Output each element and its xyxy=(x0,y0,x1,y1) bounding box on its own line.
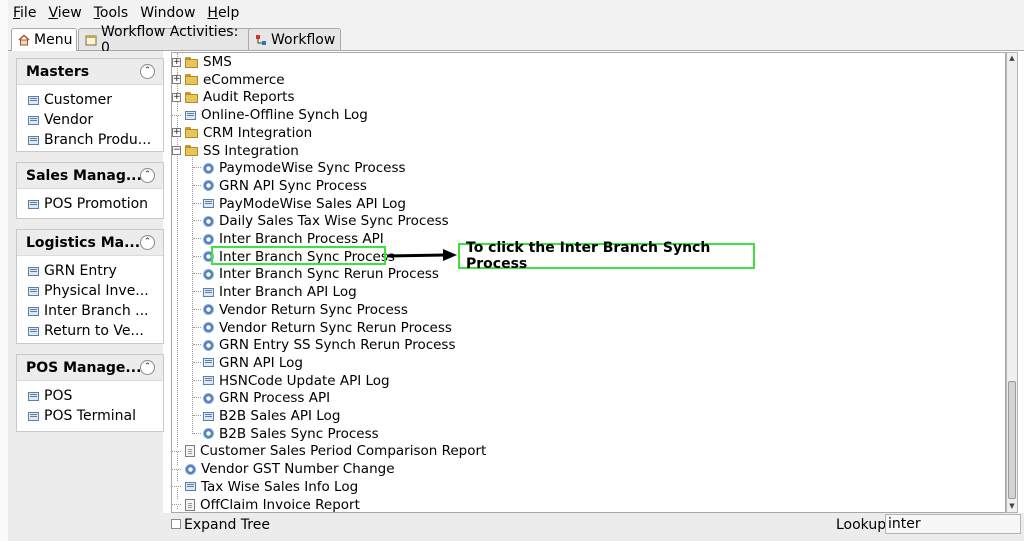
annotation-callout: To click the Inter Branch Synch Process xyxy=(458,240,755,272)
